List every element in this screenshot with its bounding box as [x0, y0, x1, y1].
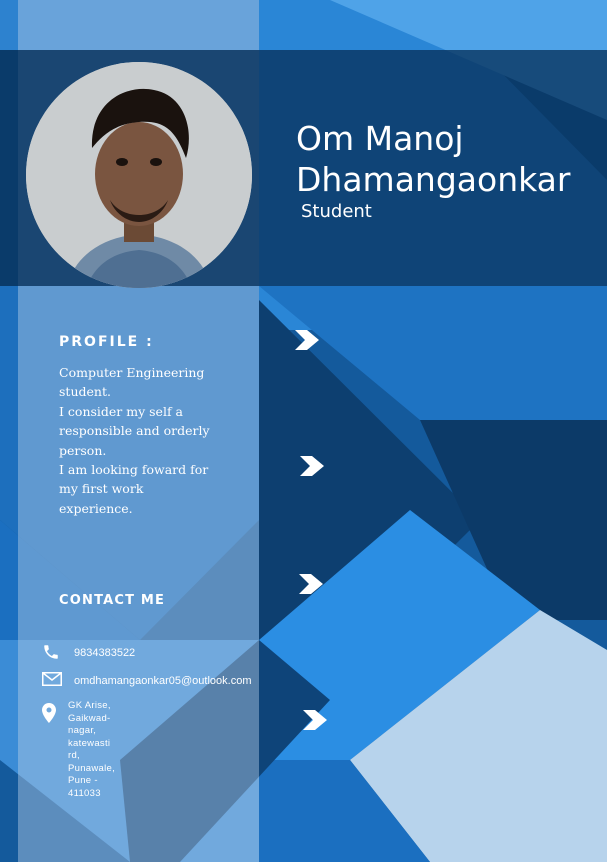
chevron-right-icon — [299, 574, 323, 594]
profile-photo — [26, 62, 252, 288]
person-role: Student — [301, 201, 372, 222]
person-name: Om Manoj Dhamangaonkar — [296, 119, 571, 199]
profile-description: Computer Engineering student. I consider… — [59, 365, 210, 516]
chevron-right-icon — [300, 456, 324, 476]
phone-number[interactable]: 9834383522 — [74, 647, 135, 659]
email-address[interactable]: omdhamangaonkar05@outlook.com — [74, 675, 252, 687]
contact-heading: CONTACT ME — [59, 593, 166, 608]
chevron-right-icon — [295, 330, 319, 350]
profile-heading: PROFILE : — [59, 334, 154, 350]
location-pin-icon — [42, 703, 56, 726]
mail-icon — [42, 672, 62, 689]
phone-icon — [42, 643, 60, 664]
postal-address: GK Arise, Gaikwad-nagar, katewasti rd, P… — [68, 700, 116, 799]
chevron-right-icon — [303, 710, 327, 730]
